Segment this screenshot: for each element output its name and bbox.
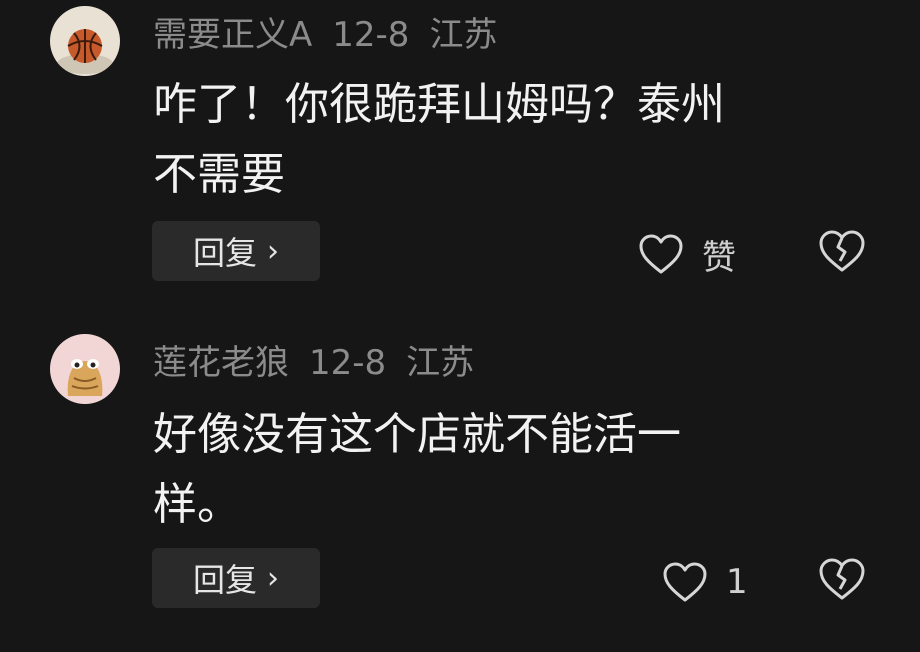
heart-outline-icon — [639, 234, 683, 274]
reply-label: 回复 — [192, 561, 257, 599]
like-label: 赞 — [702, 237, 736, 278]
avatar[interactable] — [50, 6, 120, 76]
username[interactable]: 莲花老狼 — [153, 343, 289, 383]
comment-date: 12-8 — [309, 343, 387, 383]
comment-location: 江苏 — [429, 15, 498, 55]
reply-button[interactable]: 回复 › — [152, 221, 320, 281]
comment-text-line: 样。 — [153, 479, 241, 530]
avatar[interactable] — [50, 334, 120, 404]
like-count: 1 — [726, 562, 748, 602]
reply-button[interactable]: 回复 › — [152, 548, 320, 608]
chevron-right-icon: › — [267, 560, 279, 596]
comment-text-line: 不需要 — [153, 149, 285, 200]
comment-item: 莲花老狼 12-8 江苏 好像没有这个店就不能活一 样。 回复 › 1 — [0, 326, 920, 626]
comment-location: 江苏 — [406, 343, 475, 383]
comment-text-line: 咋了！你很跪拜山姆吗？泰州 — [153, 79, 725, 130]
reply-label: 回复 — [192, 234, 257, 272]
comment-text: 好像没有这个店就不能活一 样。 — [153, 400, 873, 540]
chevron-right-icon: › — [267, 233, 279, 269]
like-button[interactable]: 1 — [662, 552, 748, 612]
dislike-button[interactable] — [817, 228, 867, 276]
broken-heart-icon — [819, 230, 865, 272]
comment-text-line: 好像没有这个店就不能活一 — [153, 409, 681, 460]
dislike-button[interactable] — [817, 556, 867, 604]
heart-outline-icon — [663, 562, 707, 602]
comment-meta: 需要正义A 12-8 江苏 — [153, 15, 517, 55]
comment-item: 需要正义A 12-8 江苏 咋了！你很跪拜山姆吗？泰州 不需要 回复 › 赞 — [0, 0, 920, 300]
broken-heart-icon — [819, 558, 865, 600]
comment-date: 12-8 — [332, 15, 410, 55]
comment-text: 咋了！你很跪拜山姆吗？泰州 不需要 — [153, 70, 873, 210]
like-button[interactable]: 赞 — [638, 224, 736, 284]
username[interactable]: 需要正义A — [153, 15, 312, 55]
comment-meta: 莲花老狼 12-8 江苏 — [153, 343, 494, 383]
